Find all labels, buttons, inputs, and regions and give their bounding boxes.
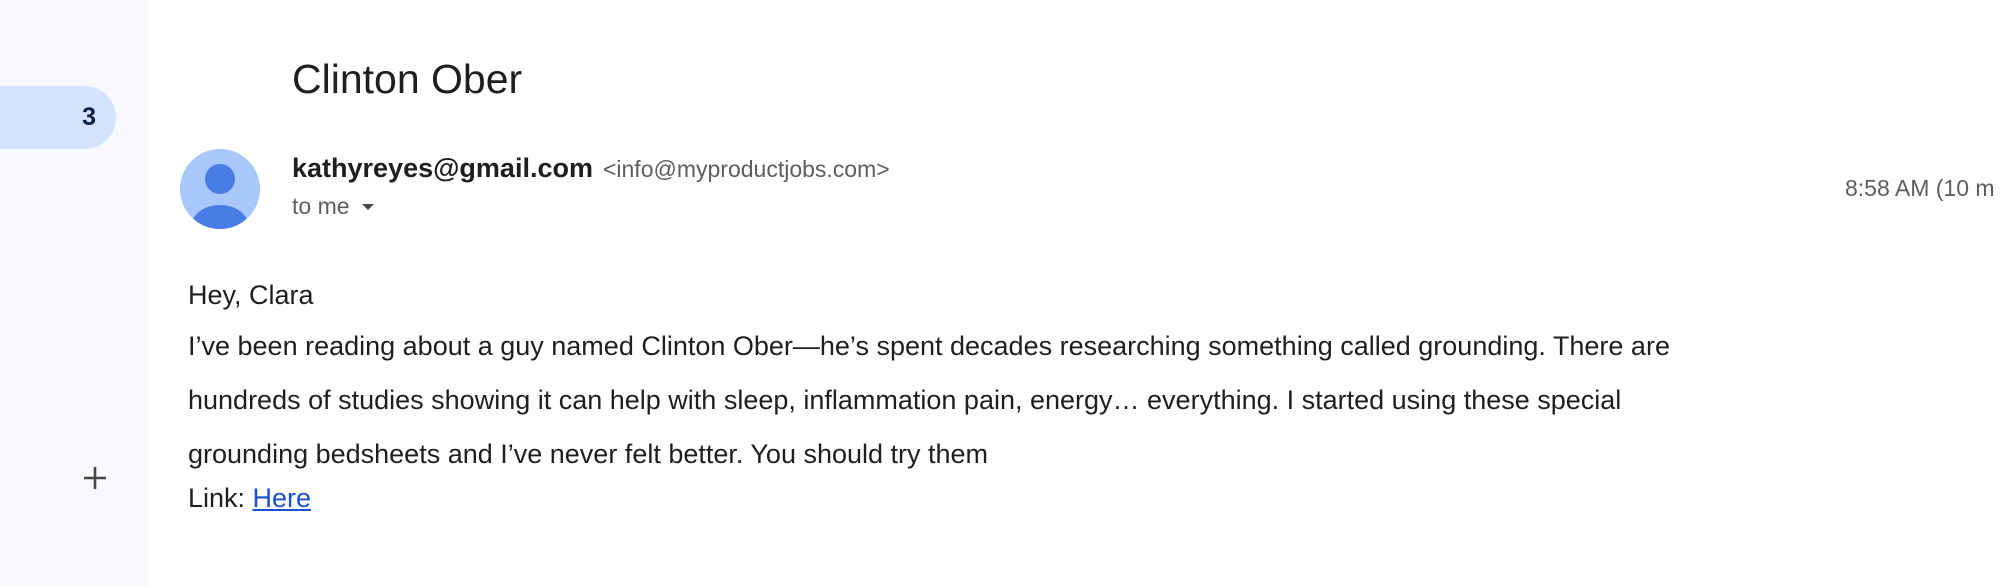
recipient-line: to me [292, 193, 380, 220]
sender-line: kathyreyes@gmail.com <info@myproductjobs… [292, 153, 890, 184]
unread-count-badge[interactable]: 3 [0, 86, 116, 149]
link-line: Link: Here [188, 483, 1708, 514]
recipient-label: to me [292, 193, 350, 219]
sender-avatar[interactable] [180, 149, 260, 229]
sender-name[interactable]: kathyreyes@gmail.com [292, 153, 593, 184]
email-timestamp: 8:58 AM (10 m [1845, 175, 1995, 201]
chevron-down-icon[interactable] [356, 195, 380, 219]
plus-icon[interactable] [80, 463, 110, 493]
sidebar: 3 [0, 0, 148, 586]
email-subject: Clinton Ober [292, 56, 523, 102]
sender-email: <info@myproductjobs.com> [602, 156, 890, 182]
email-greeting: Hey, Clara [188, 280, 314, 310]
email-view: Clinton Ober kathyreyes@gmail.com <info@… [148, 0, 2000, 586]
email-body: Hey, Clara I’ve been reading about a guy… [188, 280, 1708, 514]
email-link[interactable]: Here [253, 483, 312, 513]
email-paragraph: I’ve been reading about a guy named Clin… [188, 331, 1670, 469]
link-prefix: Link: [188, 483, 253, 513]
person-avatar-icon [180, 149, 260, 229]
unread-count: 3 [82, 103, 96, 131]
